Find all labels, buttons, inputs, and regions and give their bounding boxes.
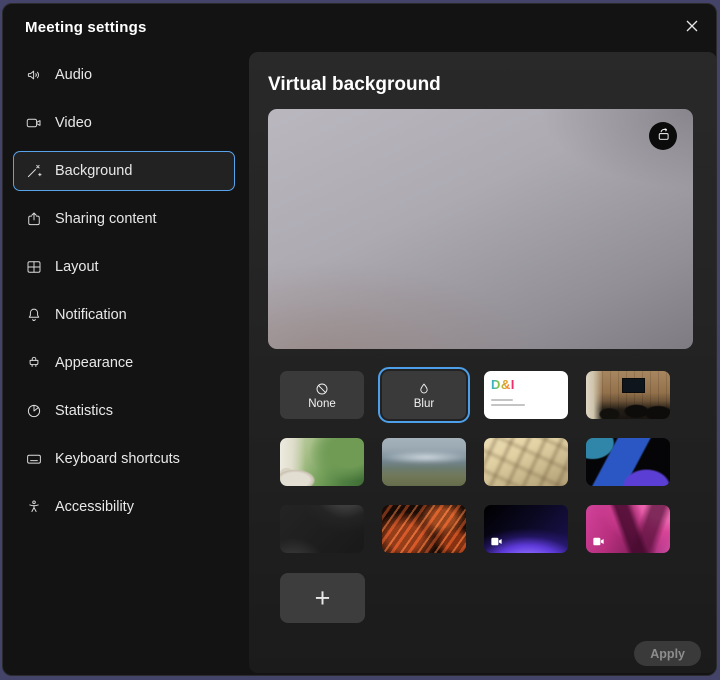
sidebar-item-label: Layout: [55, 259, 99, 275]
dei-caption-line: [491, 404, 525, 406]
sidebar-item-label: Sharing content: [55, 211, 157, 227]
bell-icon: [25, 306, 43, 324]
meeting-settings-dialog: Meeting settings Audio Video Background: [2, 3, 717, 676]
background-options-grid: None Blur D&I: [280, 371, 670, 553]
background-tile-office[interactable]: [586, 371, 670, 419]
sidebar-item-label: Statistics: [55, 403, 113, 419]
settings-sidebar: Audio Video Background Sharing content L: [13, 55, 235, 535]
background-tile-abstract-blue[interactable]: [586, 438, 670, 486]
panel-heading: Virtual background: [268, 74, 441, 96]
close-icon: [685, 19, 699, 38]
sidebar-item-background[interactable]: Background: [13, 151, 235, 191]
mountain-image: [382, 438, 466, 486]
sidebar-item-label: Audio: [55, 67, 92, 83]
camera-preview: [268, 109, 693, 349]
sidebar-item-keyboard-shortcuts[interactable]: Keyboard shortcuts: [13, 439, 235, 479]
paintbrush-icon: [25, 354, 43, 372]
sidebar-item-label: Keyboard shortcuts: [55, 451, 180, 467]
prohibited-icon: [314, 381, 330, 397]
pie-chart-icon: [25, 402, 43, 420]
video-camera-icon: [25, 114, 43, 132]
sidebar-item-sharing-content[interactable]: Sharing content: [13, 199, 235, 239]
tile-label: Blur: [414, 398, 434, 410]
sidebar-item-label: Background: [55, 163, 132, 179]
sidebar-item-label: Video: [55, 115, 92, 131]
sidebar-item-label: Appearance: [55, 355, 133, 371]
apply-button[interactable]: Apply: [634, 641, 701, 666]
sidebar-item-statistics[interactable]: Statistics: [13, 391, 235, 431]
background-tile-blur[interactable]: Blur: [382, 371, 466, 419]
tile-label: None: [308, 398, 336, 410]
background-tile-mountains-blur[interactable]: [382, 438, 466, 486]
layout-grid-icon: [25, 258, 43, 276]
background-tile-dark-swirl[interactable]: [280, 505, 364, 553]
dei-logo-text: D&I: [491, 378, 515, 391]
background-tile-lava[interactable]: [382, 505, 466, 553]
accessibility-person-icon: [25, 498, 43, 516]
blur-droplet-icon: [416, 381, 432, 397]
dei-caption-line: [491, 399, 513, 401]
background-tile-video-purple[interactable]: [484, 505, 568, 553]
sidebar-item-audio[interactable]: Audio: [13, 55, 235, 95]
flip-camera-icon: [655, 125, 672, 147]
background-tile-video-pink[interactable]: [586, 505, 670, 553]
virtual-background-panel: Virtual background None Blur D&I: [249, 52, 717, 673]
mirror-video-button[interactable]: [649, 122, 677, 150]
background-tile-dei-logo[interactable]: D&I: [484, 371, 568, 419]
add-background-button[interactable]: +: [280, 573, 365, 623]
sidebar-item-accessibility[interactable]: Accessibility: [13, 487, 235, 527]
plus-icon: +: [315, 585, 331, 612]
background-tile-window-light-blur[interactable]: [484, 438, 568, 486]
background-tile-patio[interactable]: [280, 438, 364, 486]
share-icon: [25, 210, 43, 228]
sidebar-item-label: Notification: [55, 307, 127, 323]
sidebar-item-layout[interactable]: Layout: [13, 247, 235, 287]
dialog-title: Meeting settings: [25, 19, 147, 36]
video-camera-badge-icon: [592, 535, 605, 548]
background-tile-none[interactable]: None: [280, 371, 364, 419]
close-button[interactable]: [681, 17, 703, 39]
sidebar-item-appearance[interactable]: Appearance: [13, 343, 235, 383]
keyboard-icon: [25, 450, 43, 468]
magic-wand-icon: [25, 162, 43, 180]
sidebar-item-label: Accessibility: [55, 499, 134, 515]
sidebar-item-video[interactable]: Video: [13, 103, 235, 143]
video-camera-badge-icon: [490, 535, 503, 548]
speaker-icon: [25, 66, 43, 84]
sidebar-item-notification[interactable]: Notification: [13, 295, 235, 335]
window-light-image: [484, 438, 568, 486]
